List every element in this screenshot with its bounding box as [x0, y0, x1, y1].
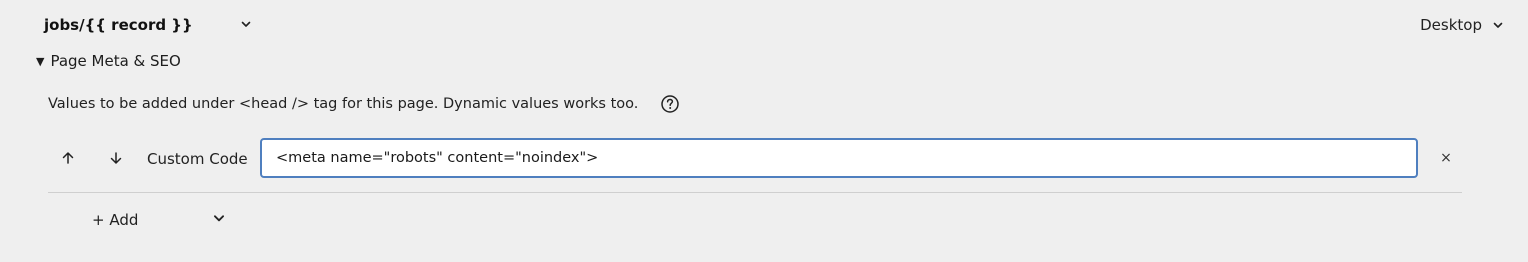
- device-select[interactable]: Desktop: [1420, 14, 1504, 36]
- section-title: Page Meta & SEO: [50, 52, 181, 70]
- custom-code-input[interactable]: [260, 138, 1418, 178]
- section-toggle-page-meta[interactable]: ▼ Page Meta & SEO: [36, 51, 181, 71]
- chevron-down-icon: [241, 21, 251, 27]
- add-meta-button[interactable]: + Add: [92, 210, 138, 230]
- arrow-up-icon: [62, 152, 74, 164]
- chevron-down-icon[interactable]: [212, 211, 226, 225]
- meta-type-label: Custom Code: [147, 150, 248, 168]
- arrow-down-icon: [110, 152, 122, 164]
- chevron-down-icon: [1493, 22, 1503, 28]
- page-path-select[interactable]: jobs/{{ record }}: [44, 14, 251, 36]
- section-description: Values to be added under <head /> tag fo…: [48, 96, 639, 112]
- question-circle-icon[interactable]: [660, 94, 680, 114]
- device-label: Desktop: [1420, 16, 1482, 34]
- move-down-button[interactable]: [106, 148, 126, 168]
- remove-row-button[interactable]: ×: [1438, 150, 1454, 166]
- meta-row: Custom Code ×: [48, 136, 1462, 193]
- move-up-button[interactable]: [58, 148, 78, 168]
- page-path-label: jobs/{{ record }}: [44, 16, 193, 34]
- triangle-down-icon: ▼: [36, 54, 45, 68]
